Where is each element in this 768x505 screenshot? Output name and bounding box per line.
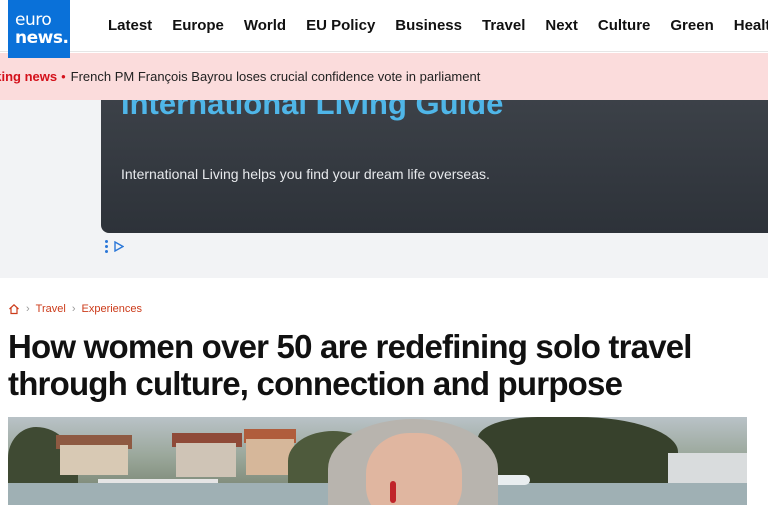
- breadcrumb-item-experiences[interactable]: Experiences: [82, 303, 143, 315]
- ad-banner[interactable]: International Living Guide International…: [101, 100, 768, 233]
- ad-options-icon[interactable]: [105, 240, 108, 253]
- logo-line-1: euro: [15, 10, 52, 30]
- nav-item-travel[interactable]: Travel: [482, 17, 525, 34]
- breadcrumb-item-travel[interactable]: Travel: [36, 303, 66, 315]
- nav-item-next[interactable]: Next: [545, 17, 578, 34]
- nav-item-health[interactable]: Health: [734, 17, 768, 34]
- breaking-news-label: aking news: [0, 69, 58, 84]
- main-nav: Latest Europe World EU Policy Business T…: [98, 0, 768, 50]
- nav-item-green[interactable]: Green: [670, 17, 713, 34]
- ad-choices-icon[interactable]: [114, 241, 124, 252]
- nav-item-latest[interactable]: Latest: [108, 17, 152, 34]
- ad-text: International Living helps you find your…: [121, 166, 490, 182]
- article-headline: How women over 50 are redefining solo tr…: [8, 328, 692, 402]
- breadcrumb: › Travel › Experiences: [8, 303, 142, 315]
- breaking-news-headline[interactable]: French PM François Bayrou loses crucial …: [71, 69, 481, 84]
- ad-choices[interactable]: [105, 240, 124, 253]
- breaking-news-separator: •: [61, 69, 66, 84]
- logo-line-2: news.: [15, 28, 69, 48]
- nav-item-world[interactable]: World: [244, 17, 286, 34]
- euronews-logo[interactable]: euro news.: [8, 0, 70, 58]
- nav-item-culture[interactable]: Culture: [598, 17, 651, 34]
- site-header: euro news. Latest Europe World EU Policy…: [0, 0, 768, 58]
- nav-item-eu-policy[interactable]: EU Policy: [306, 17, 375, 34]
- ad-title: International Living Guide: [121, 100, 504, 121]
- article-hero-image[interactable]: [8, 417, 747, 505]
- home-icon[interactable]: [8, 303, 20, 315]
- breaking-news-bar[interactable]: aking news • French PM François Bayrou l…: [0, 53, 768, 100]
- nav-item-europe[interactable]: Europe: [172, 17, 224, 34]
- chevron-right-icon: ›: [71, 303, 76, 315]
- nav-item-business[interactable]: Business: [395, 17, 462, 34]
- chevron-right-icon: ›: [26, 303, 30, 315]
- advertisement-area: International Living Guide International…: [0, 100, 768, 278]
